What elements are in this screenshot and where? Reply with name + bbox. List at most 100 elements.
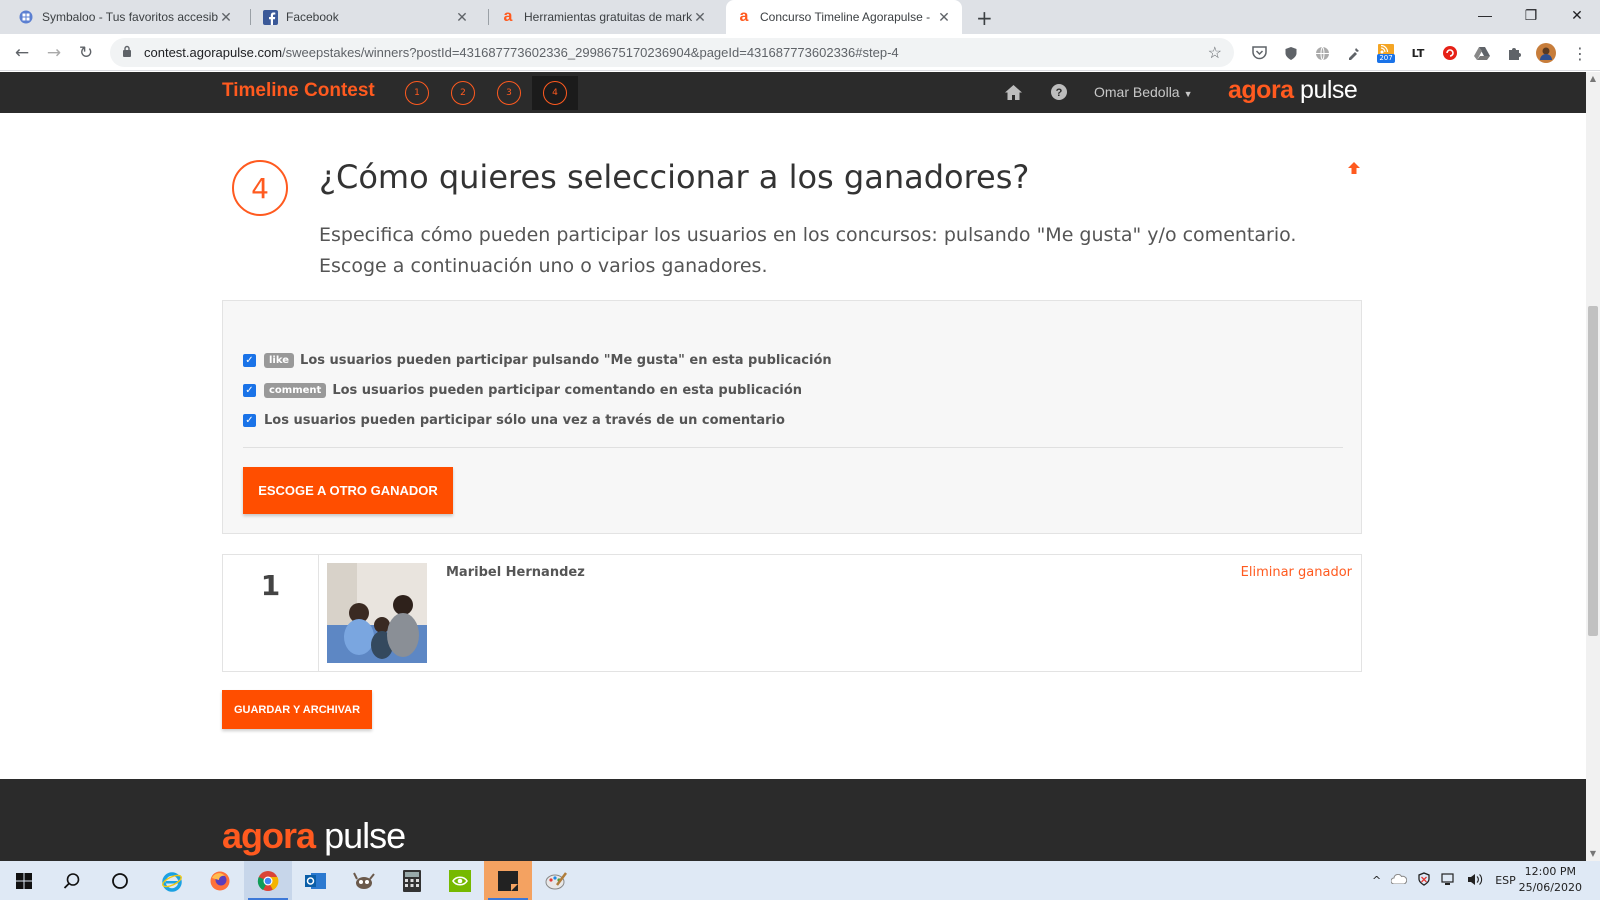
gimp-icon[interactable]: [340, 861, 388, 900]
internet-explorer-icon[interactable]: [148, 861, 196, 900]
profile-avatar-icon[interactable]: [1536, 43, 1556, 63]
close-window-button[interactable]: ✕: [1554, 0, 1600, 30]
winner-photo: [327, 563, 427, 663]
choose-another-winner-button[interactable]: ESCOGE A OTRO GANADOR: [243, 467, 453, 514]
option-once[interactable]: ✓ Los usuarios pueden participar sólo un…: [243, 413, 785, 428]
bookmark-star-icon[interactable]: ☆: [1208, 43, 1222, 63]
save-and-archive-button[interactable]: GUARDAR Y ARCHIVAR: [222, 690, 372, 729]
close-tab-icon[interactable]: ✕: [218, 9, 234, 26]
scroll-down-icon[interactable]: ▼: [1586, 847, 1600, 861]
red-circle-extension-icon[interactable]: [1440, 43, 1460, 63]
sticky-notes-icon[interactable]: [484, 861, 532, 900]
outlook-icon[interactable]: [292, 861, 340, 900]
rss-extension-icon[interactable]: 207: [1376, 43, 1396, 63]
option-comment[interactable]: ✓ comment Los usuarios pueden participar…: [243, 383, 802, 398]
extensions-puzzle-icon[interactable]: [1504, 43, 1524, 63]
step-nav-label: 1: [405, 81, 429, 105]
close-tab-icon[interactable]: ✕: [692, 9, 708, 26]
url-host: contest.agorapulse.com: [144, 45, 283, 60]
forward-arrow-icon[interactable]: →: [41, 40, 67, 66]
step-nav-2[interactable]: 2: [440, 76, 486, 110]
logo-agora-text: agora: [1228, 76, 1294, 104]
eyedropper-icon[interactable]: [1344, 43, 1364, 63]
step-nav-label: 3: [497, 81, 521, 105]
tab-title: Herramientas gratuitas de marke: [524, 10, 692, 24]
nvidia-icon[interactable]: [436, 861, 484, 900]
facebook-icon: [262, 9, 278, 25]
footer: agora pulse: [0, 779, 1586, 861]
network-icon[interactable]: [1441, 872, 1457, 889]
browser-toolbar: ← → ↻ contest.agorapulse.com/sweepstakes…: [0, 34, 1600, 71]
tab-title: Facebook: [286, 10, 339, 24]
tab-separator: [488, 9, 489, 25]
restore-button[interactable]: ❐: [1508, 0, 1554, 30]
svg-text:?: ?: [1056, 87, 1063, 99]
step-nav-1[interactable]: 1: [394, 76, 440, 110]
paint-icon[interactable]: [532, 861, 580, 900]
language-indicator[interactable]: ESP: [1495, 874, 1516, 887]
step-nav-3[interactable]: 3: [486, 76, 532, 110]
calculator-icon[interactable]: [388, 861, 436, 900]
firefox-icon[interactable]: [196, 861, 244, 900]
description-line: Escoge a continuación uno o varios ganad…: [319, 255, 768, 277]
remove-winner-link[interactable]: Eliminar ganador: [1241, 565, 1352, 580]
onedrive-icon[interactable]: [1390, 873, 1408, 887]
back-arrow-icon[interactable]: ←: [9, 40, 35, 66]
scroll-thumb[interactable]: [1588, 306, 1598, 636]
checkbox-checked-icon[interactable]: ✓: [243, 384, 256, 397]
minimize-button[interactable]: —: [1462, 0, 1508, 30]
agorapulse-logo[interactable]: agora pulse: [1228, 76, 1358, 105]
address-bar[interactable]: contest.agorapulse.com/sweepstakes/winne…: [110, 38, 1234, 67]
arrow-up-icon[interactable]: [1348, 162, 1360, 178]
drive-icon[interactable]: [1472, 43, 1492, 63]
help-icon[interactable]: ?: [1049, 82, 1069, 102]
lock-icon: [122, 45, 134, 60]
comment-tag: comment: [264, 383, 327, 398]
windows-start-icon[interactable]: [0, 861, 48, 900]
chrome-icon[interactable]: [244, 861, 292, 900]
tab-concurso[interactable]: a Concurso Timeline Agorapulse - ✕: [726, 0, 962, 34]
description-line: Especifica cómo pueden participar los us…: [319, 224, 1297, 246]
pocket-icon[interactable]: [1249, 43, 1269, 63]
winner-rank: 1: [223, 555, 319, 671]
scroll-up-icon[interactable]: ▲: [1586, 72, 1600, 86]
home-icon[interactable]: [1003, 82, 1023, 102]
option-label: Los usuarios pueden participar comentand…: [332, 383, 803, 398]
tab-facebook[interactable]: Facebook ✕: [252, 0, 480, 34]
new-tab-button[interactable]: +: [976, 6, 993, 30]
logo-agora-text: agora: [222, 815, 316, 856]
system-clock[interactable]: 12:00 PM 25/06/2020: [1519, 864, 1582, 896]
participation-options-panel: ✓ like Los usuarios pueden participar pu…: [222, 300, 1362, 534]
tab-title: Symbaloo - Tus favoritos accesib: [42, 10, 218, 24]
tab-herramientas[interactable]: a Herramientas gratuitas de marke ✕: [490, 0, 718, 34]
step-number-circle: 4: [232, 160, 288, 216]
browser-menu-icon[interactable]: ⋮: [1570, 43, 1590, 63]
shield-extension-icon[interactable]: [1281, 43, 1301, 63]
logo-pulse-text: pulse: [1300, 76, 1358, 104]
cortana-icon[interactable]: [96, 861, 144, 900]
reload-icon[interactable]: ↻: [73, 40, 99, 66]
search-icon[interactable]: [48, 861, 96, 900]
footer-logo[interactable]: agora pulse: [222, 815, 406, 857]
step-nav-label: 2: [451, 81, 475, 105]
agorapulse-icon: a: [503, 8, 513, 25]
divider: [243, 447, 1343, 448]
close-tab-icon[interactable]: ✕: [936, 9, 952, 26]
app-title: Timeline Contest: [222, 80, 375, 101]
checkbox-checked-icon[interactable]: ✓: [243, 354, 256, 367]
user-menu[interactable]: Omar Bedolla ▼: [1094, 84, 1193, 100]
lt-extension-icon[interactable]: LT: [1408, 43, 1428, 63]
url-path: /sweepstakes/winners?postId=431687773602…: [282, 45, 899, 60]
option-like[interactable]: ✓ like Los usuarios pueden participar pu…: [243, 353, 832, 368]
close-tab-icon[interactable]: ✕: [454, 9, 470, 26]
globe-extension-icon[interactable]: [1312, 43, 1332, 63]
app-header: Timeline Contest 1 2 3 4 ? Omar Bedolla ▼…: [0, 72, 1586, 113]
page-scrollbar[interactable]: ▲ ▼: [1586, 72, 1600, 861]
step-nav-4[interactable]: 4: [532, 76, 578, 110]
security-shield-icon[interactable]: [1417, 872, 1431, 889]
volume-icon[interactable]: [1467, 873, 1483, 889]
option-label: Los usuarios pueden participar pulsando …: [300, 353, 832, 368]
tab-symbaloo[interactable]: Symbaloo - Tus favoritos accesib ✕: [8, 0, 244, 34]
show-hidden-icons[interactable]: ^: [1372, 874, 1381, 887]
checkbox-checked-icon[interactable]: ✓: [243, 414, 256, 427]
